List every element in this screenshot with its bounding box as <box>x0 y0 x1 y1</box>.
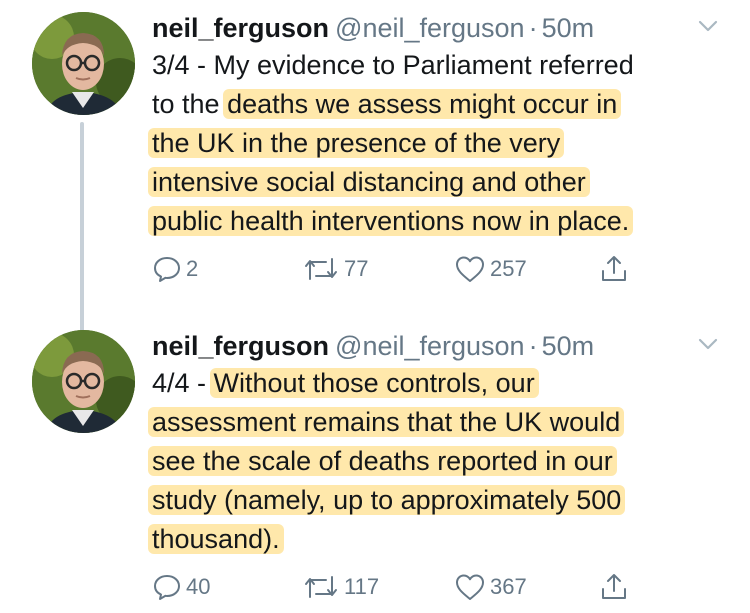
like-count: 257 <box>490 256 527 281</box>
tweet-text-line: study (namely, up to approximately 500 <box>148 481 722 520</box>
separator-dot: · <box>528 331 538 361</box>
display-name[interactable]: neil_ferguson <box>152 331 329 361</box>
avatar[interactable] <box>32 12 135 115</box>
highlighted-text: see the scale of deaths reported in our <box>148 446 617 476</box>
retweet-button[interactable]: 117 <box>302 570 379 604</box>
highlighted-text: deaths we assess might occur in <box>223 89 622 119</box>
tweet-text-line: to the deaths we assess might occur in <box>152 85 722 124</box>
like-button[interactable]: 367 <box>454 570 527 604</box>
highlighted-text: study (namely, up to approximately 500 <box>148 485 626 515</box>
user-handle[interactable]: @neil_ferguson <box>335 331 525 361</box>
timestamp[interactable]: 50m <box>542 13 595 43</box>
reply-button[interactable]: 2 <box>152 252 198 286</box>
reply-icon <box>152 572 182 602</box>
thread-connector-line <box>80 122 84 332</box>
timestamp[interactable]: 50m <box>542 331 595 361</box>
highlighted-text: the UK in the presence of the very <box>148 128 565 158</box>
chevron-down-icon[interactable] <box>697 15 719 37</box>
retweet-icon <box>302 572 340 602</box>
plain-text: to the <box>152 89 228 119</box>
retweet-count: 77 <box>344 256 369 281</box>
tweet-actions: 40 117 367 <box>152 570 652 604</box>
reply-count: 40 <box>186 574 211 599</box>
tweet-actions: 2 77 257 <box>152 252 652 286</box>
share-icon <box>600 572 628 602</box>
heart-icon <box>454 572 486 602</box>
plain-text: 4/4 - <box>152 368 214 398</box>
tweet-text: 3/4 - My evidence to Parliament referred… <box>148 46 722 241</box>
highlighted-text: Without those controls, our <box>209 368 539 398</box>
share-icon <box>600 254 628 284</box>
tweet-header: neil_ferguson @neil_ferguson · 50m <box>152 329 594 363</box>
tweet-text-line: 4/4 - Without those controls, our <box>152 364 722 403</box>
tweet-text-line: thousand). <box>148 520 722 559</box>
highlighted-text: public health interventions now in place… <box>148 206 634 236</box>
display-name[interactable]: neil_ferguson <box>152 13 329 43</box>
highlighted-text: thousand). <box>148 524 284 554</box>
tweet-text-line: public health interventions now in place… <box>148 202 722 241</box>
highlighted-text: assessment remains that the UK would <box>148 407 625 437</box>
plain-text: 3/4 - My evidence to Parliament referred <box>152 50 634 80</box>
chevron-down-icon[interactable] <box>697 333 719 355</box>
retweet-button[interactable]: 77 <box>302 252 368 286</box>
tweet-text-line: assessment remains that the UK would <box>148 403 722 442</box>
separator-dot: · <box>528 13 538 43</box>
share-button[interactable] <box>600 570 628 604</box>
tweet-text-line: intensive social distancing and other <box>148 163 722 202</box>
tweet-text-line: the UK in the presence of the very <box>148 124 722 163</box>
share-button[interactable] <box>600 252 628 286</box>
avatar[interactable] <box>32 330 135 433</box>
reply-count: 2 <box>186 256 199 281</box>
retweet-icon <box>302 254 340 284</box>
retweet-count: 117 <box>344 574 380 599</box>
reply-button[interactable]: 40 <box>152 570 210 604</box>
heart-icon <box>454 254 486 284</box>
highlighted-text: intensive social distancing and other <box>148 167 590 197</box>
reply-icon <box>152 254 182 284</box>
like-button[interactable]: 257 <box>454 252 527 286</box>
tweet-text-line: see the scale of deaths reported in our <box>148 442 722 481</box>
tweet-text: 4/4 - Without those controls, our assess… <box>148 364 722 559</box>
tweet-text-line: 3/4 - My evidence to Parliament referred <box>152 46 722 85</box>
like-count: 367 <box>490 574 527 599</box>
user-handle[interactable]: @neil_ferguson <box>335 13 525 43</box>
tweet-header: neil_ferguson @neil_ferguson · 50m <box>152 11 594 45</box>
